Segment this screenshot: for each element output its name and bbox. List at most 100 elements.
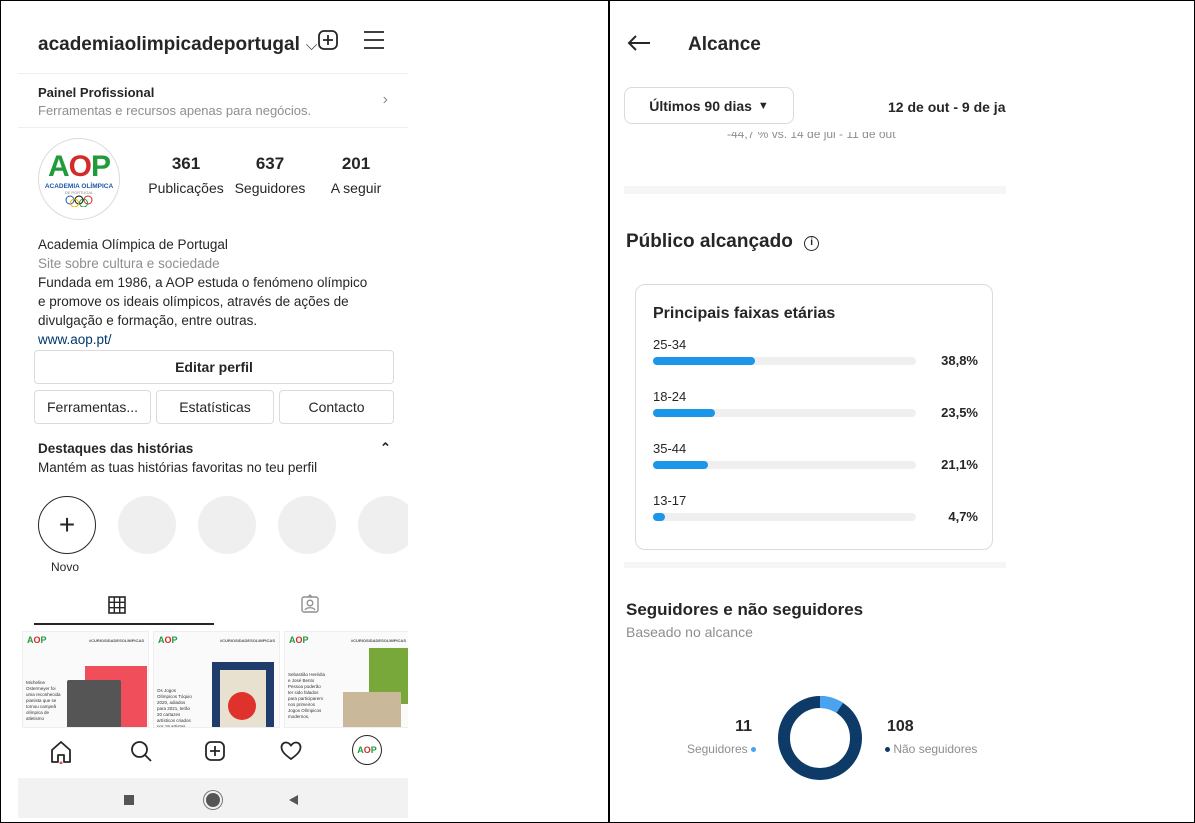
post-text: Os Jogos Olímpicos Tóquio 2020, adiados … xyxy=(157,688,192,728)
post-thumbnail[interactable]: AOP #CURIOSIDADESOLIMPICAS Sebastião Her… xyxy=(284,631,408,728)
reach-insights-screen: Alcance Últimos 90 dias ▼ 12 de out - 9 … xyxy=(612,0,1195,823)
new-post-icon[interactable] xyxy=(316,28,340,52)
recents-icon[interactable] xyxy=(124,795,134,805)
page-title: Alcance xyxy=(688,34,761,55)
highlight-placeholder xyxy=(118,496,176,554)
olympic-rings-icon xyxy=(65,195,93,207)
non-followers-label: Não seguidores xyxy=(893,742,978,756)
followers-donut-chart xyxy=(778,696,862,780)
username-switcher[interactable]: academiaolimpicadeportugal ⌵ xyxy=(38,34,317,56)
followers-dot xyxy=(751,747,756,753)
heart-icon[interactable] xyxy=(280,741,302,766)
age-bar-fill xyxy=(653,461,709,469)
post-tag: #CURIOSIDADESOLIMPICAS xyxy=(88,638,144,643)
chevron-down-icon: ▼ xyxy=(757,99,769,112)
post-thumbnail[interactable]: AOP #CURIOSIDADESOLIMPICAS Micheline Ost… xyxy=(22,631,149,728)
chevron-right-icon: › xyxy=(382,91,388,108)
stat-value: 201 xyxy=(341,154,371,173)
home-icon[interactable] xyxy=(50,740,72,769)
search-icon[interactable] xyxy=(130,740,152,767)
highlight-placeholder xyxy=(358,496,408,554)
followers-section-title: Seguidores e não seguidores xyxy=(626,600,864,619)
age-percentage: 4,7% xyxy=(948,509,978,524)
post-text: Micheline Ostermeyer foi uma reconhecida… xyxy=(26,680,61,721)
highlights-title: Destaques das histórias xyxy=(38,441,194,456)
new-highlight-button[interactable]: + xyxy=(38,496,96,554)
info-icon[interactable]: i xyxy=(804,236,820,251)
username: academiaolimpicadeportugal xyxy=(38,34,300,55)
profile-category: Site sobre cultura e sociedade xyxy=(38,256,220,271)
aop-logo: AOP xyxy=(158,635,178,645)
profile-bio: Academia Olímpica de Portugal Site sobre… xyxy=(38,235,398,349)
followers-label: Seguidores xyxy=(686,742,748,756)
stat-value: 361 xyxy=(171,154,201,173)
age-bar-track xyxy=(653,357,916,365)
edit-profile-button[interactable]: Editar perfil xyxy=(34,350,394,384)
statistics-button[interactable]: Estatísticas xyxy=(156,390,274,424)
tools-button[interactable]: Ferramentas... xyxy=(34,390,151,424)
contact-button[interactable]: Contacto xyxy=(279,390,394,424)
aop-logo: AOP xyxy=(289,635,309,645)
age-range-label: 25-34 xyxy=(653,337,687,352)
date-range-text: 12 de out - 9 de ja xyxy=(888,99,1006,115)
stat-label: Publicações xyxy=(148,180,224,196)
post-text: Sebastião Herédia e José Bento Pessoa po… xyxy=(288,672,326,719)
stat-label: A seguir xyxy=(330,180,382,196)
audience-title: Público alcançado i xyxy=(626,231,820,253)
stat-label: Seguidores xyxy=(234,180,306,196)
post-thumbnail[interactable]: AOP #CURIOSIDADESOLIMPICAS Os Jogos Olím… xyxy=(153,631,280,728)
back-triangle-icon[interactable] xyxy=(289,795,298,805)
highlight-placeholder xyxy=(198,496,256,554)
grid-tab-icon[interactable] xyxy=(108,596,126,619)
stat-following[interactable]: 201 A seguir xyxy=(316,154,396,196)
followers-value: 11 xyxy=(735,718,752,735)
post-photo xyxy=(67,680,121,727)
profile-avatar[interactable]: AOP xyxy=(352,735,382,765)
website-link[interactable]: www.aop.pt/ xyxy=(38,330,398,349)
age-bar-track xyxy=(653,513,916,521)
age-range-label: 18-24 xyxy=(653,389,687,404)
avatar[interactable]: AOP ACADEMIA OLÍMPICA DE PORTUGAL xyxy=(38,138,120,220)
bio-line: e promove os ideais olímpicos, através d… xyxy=(38,294,349,309)
system-navigation-bar xyxy=(18,778,408,818)
non-followers-value: 108 xyxy=(887,718,914,735)
professional-panel[interactable]: Painel Profissional Ferramentas e recurs… xyxy=(18,73,408,128)
stat-followers[interactable]: 637 Seguidores xyxy=(230,154,310,196)
add-post-icon[interactable] xyxy=(204,740,226,767)
menu-icon[interactable] xyxy=(362,28,386,52)
non-followers-count: 108 xyxy=(887,718,914,736)
chevron-up-icon[interactable]: ⌃ xyxy=(380,440,391,456)
plus-icon: + xyxy=(58,509,76,540)
section-separator xyxy=(624,562,1006,568)
comparison-text: -44,7 % vs. 14 de jul - 11 de out xyxy=(727,132,896,141)
age-row: 18-24 23,5% xyxy=(653,389,978,439)
date-range-button[interactable]: Últimos 90 dias ▼ xyxy=(624,87,794,124)
tagged-tab-icon[interactable] xyxy=(300,594,320,619)
age-bar-track xyxy=(653,409,916,417)
age-bar-fill xyxy=(653,513,666,521)
home-circle-icon[interactable] xyxy=(206,793,220,807)
professional-panel-subtitle: Ferramentas e recursos apenas para negóc… xyxy=(38,103,312,118)
professional-panel-title: Painel Profissional xyxy=(38,85,155,100)
age-row: 35-44 21,1% xyxy=(653,441,978,491)
highlights-subtitle: Mantém as tuas histórias favoritas no te… xyxy=(38,460,318,475)
age-percentage: 23,5% xyxy=(941,405,978,420)
non-followers-segment xyxy=(778,696,862,780)
stat-posts[interactable]: 361 Publicações xyxy=(146,154,226,196)
age-ranges-card: Principais faixas etárias 25-34 38,8% 18-2… xyxy=(635,284,993,550)
back-arrow-icon[interactable] xyxy=(626,32,652,60)
non-followers-dot xyxy=(885,747,890,753)
age-row: 25-34 38,8% xyxy=(653,337,978,387)
age-percentage: 21,1% xyxy=(941,457,978,472)
post-photo xyxy=(343,692,401,727)
audience-title-text: Público alcançado xyxy=(626,231,793,252)
age-card-title: Principais faixas etárias xyxy=(653,305,836,322)
profile-name: Academia Olímpica de Portugal xyxy=(38,237,228,252)
highlight-placeholder xyxy=(278,496,336,554)
panel-divider xyxy=(608,0,610,823)
date-range-label: Últimos 90 dias xyxy=(649,97,752,114)
age-row: 13-17 4,7% xyxy=(653,493,978,543)
stat-value: 637 xyxy=(255,154,285,173)
age-percentage: 38,8% xyxy=(941,353,978,368)
avatar-logo-text: ACADEMIA OLÍMPICA xyxy=(44,182,114,190)
